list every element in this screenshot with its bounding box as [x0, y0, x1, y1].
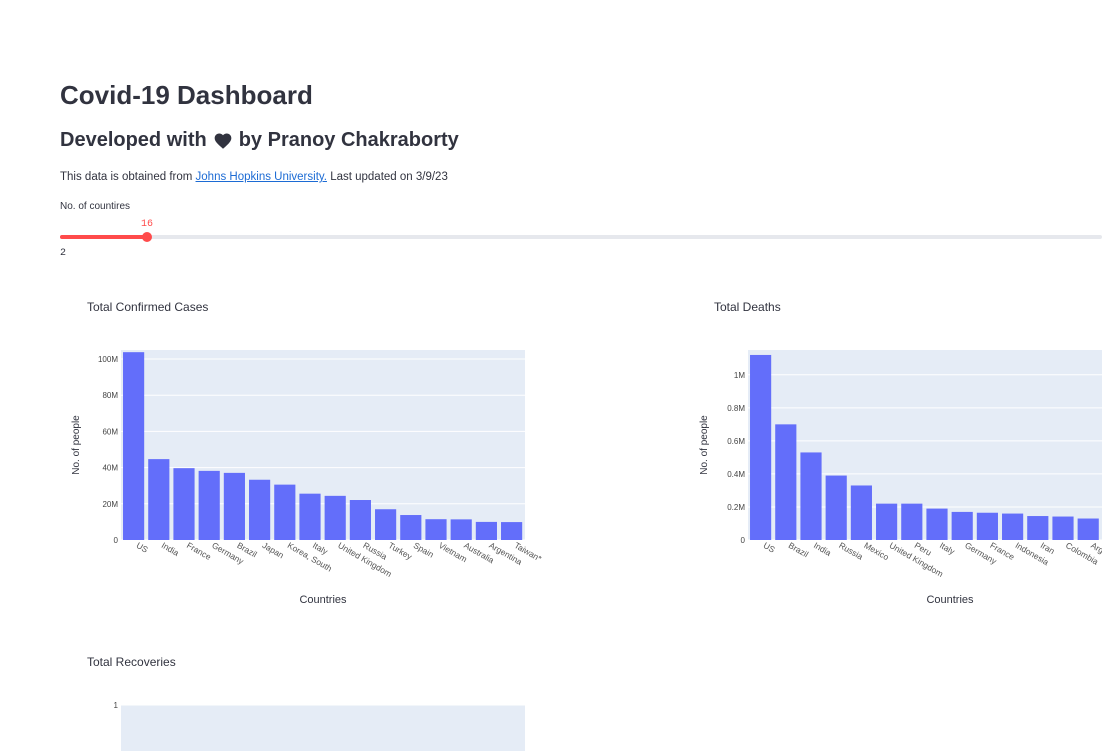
- y-tick-label: 60M: [102, 427, 118, 436]
- bar: [926, 508, 948, 540]
- y-axis-title: No. of people: [699, 415, 710, 475]
- bar: [123, 352, 145, 540]
- bar: [775, 424, 797, 540]
- chart-title-recoveries: Total Recoveries: [87, 655, 176, 669]
- x-tick-label: Korea, South: [286, 540, 334, 574]
- y-tick-label: 80M: [102, 391, 118, 400]
- bar: [800, 452, 822, 540]
- bar: [349, 500, 371, 540]
- y-tick-label: 20M: [102, 500, 118, 509]
- page-title: Covid-19 Dashboard: [60, 80, 313, 110]
- bar: [450, 519, 472, 540]
- y-tick-label: 100M: [98, 355, 118, 364]
- slider-value: 16: [141, 219, 154, 230]
- bar: [173, 468, 195, 540]
- bar: [1002, 513, 1024, 540]
- slider-thumb[interactable]: [142, 232, 152, 242]
- y-tick-label: 0: [741, 536, 746, 545]
- bar: [400, 515, 422, 540]
- bar: [1077, 518, 1099, 540]
- johns-hopkins-link[interactable]: Johns Hopkins University.: [196, 171, 327, 183]
- bar: [825, 475, 847, 540]
- source-prefix: This data is obtained from: [60, 171, 193, 183]
- heart-icon: [214, 133, 232, 149]
- y-tick-label: 1: [114, 701, 119, 710]
- bar: [198, 470, 220, 540]
- y-axis-title: No. of people: [71, 415, 82, 475]
- bar: [148, 459, 170, 540]
- subtitle-prefix: Developed with: [60, 129, 207, 151]
- bar: [750, 354, 772, 540]
- last-updated-text: Last updated on 3/9/23: [330, 171, 448, 183]
- bar: [976, 512, 998, 540]
- slider-fill: [60, 235, 147, 239]
- y-tick-label: 0: [114, 536, 119, 545]
- x-tick-label: US: [762, 540, 778, 555]
- y-tick-label: 1M: [734, 371, 745, 380]
- bar: [249, 479, 271, 540]
- x-axis-title: Countries: [299, 594, 347, 606]
- chart-title-confirmed: Total Confirmed Cases: [87, 300, 209, 314]
- y-tick-label: 0.2M: [727, 503, 745, 512]
- x-tick-label: France: [185, 540, 213, 562]
- slider-min-label: 2: [60, 248, 67, 259]
- x-axis-title: Countries: [926, 594, 974, 606]
- x-tick-label: Brazil: [787, 540, 811, 559]
- y-tick-label: 0.6M: [727, 437, 745, 446]
- data-source-line: This data is obtained from Johns Hopkins…: [60, 171, 448, 183]
- subtitle-suffix: by Pranoy Chakraborty: [238, 129, 459, 151]
- page-subtitle: Developed with by Pranoy Chakraborty: [60, 129, 459, 152]
- bar: [951, 511, 973, 540]
- plot-area: [121, 705, 525, 751]
- confirmed-cases-chart: 020M40M60M80M100MUS India FranceGermanyBra…: [71, 350, 544, 606]
- bar: [901, 503, 923, 540]
- y-tick-label: 40M: [102, 464, 118, 473]
- x-tick-label: India: [160, 540, 181, 558]
- bar: [425, 519, 447, 540]
- bar: [1027, 516, 1049, 540]
- bar: [274, 484, 296, 540]
- x-tick-label: India: [812, 540, 833, 558]
- bar: [876, 503, 898, 540]
- recoveries-chart: 1: [114, 701, 525, 751]
- x-tick-label: US: [135, 540, 151, 555]
- x-tick-label: Turkey: [387, 540, 415, 562]
- x-tick-label: Russia: [837, 540, 865, 562]
- bar: [501, 522, 523, 540]
- x-tick-label: Mexico: [862, 540, 891, 562]
- bar: [299, 493, 321, 540]
- bar: [375, 509, 397, 540]
- bar: [850, 485, 872, 540]
- x-tick-label: Italy: [938, 540, 957, 557]
- y-tick-label: 0.8M: [727, 404, 745, 413]
- slider-label: No. of countires: [60, 201, 131, 212]
- bar: [223, 472, 245, 540]
- y-tick-label: 0.4M: [727, 470, 745, 479]
- bar: [475, 521, 497, 540]
- slider-track[interactable]: [60, 235, 1102, 239]
- x-tick-label: Spain: [412, 540, 436, 560]
- bar: [1052, 516, 1074, 540]
- bar: [324, 495, 346, 540]
- x-tick-label: Japan: [261, 540, 286, 560]
- deaths-chart: 0 0.2M 0.4M 0.6M 0.8M 1M US Brazil India RussiaMe…: [699, 350, 1102, 606]
- chart-title-deaths: Total Deaths: [714, 300, 781, 314]
